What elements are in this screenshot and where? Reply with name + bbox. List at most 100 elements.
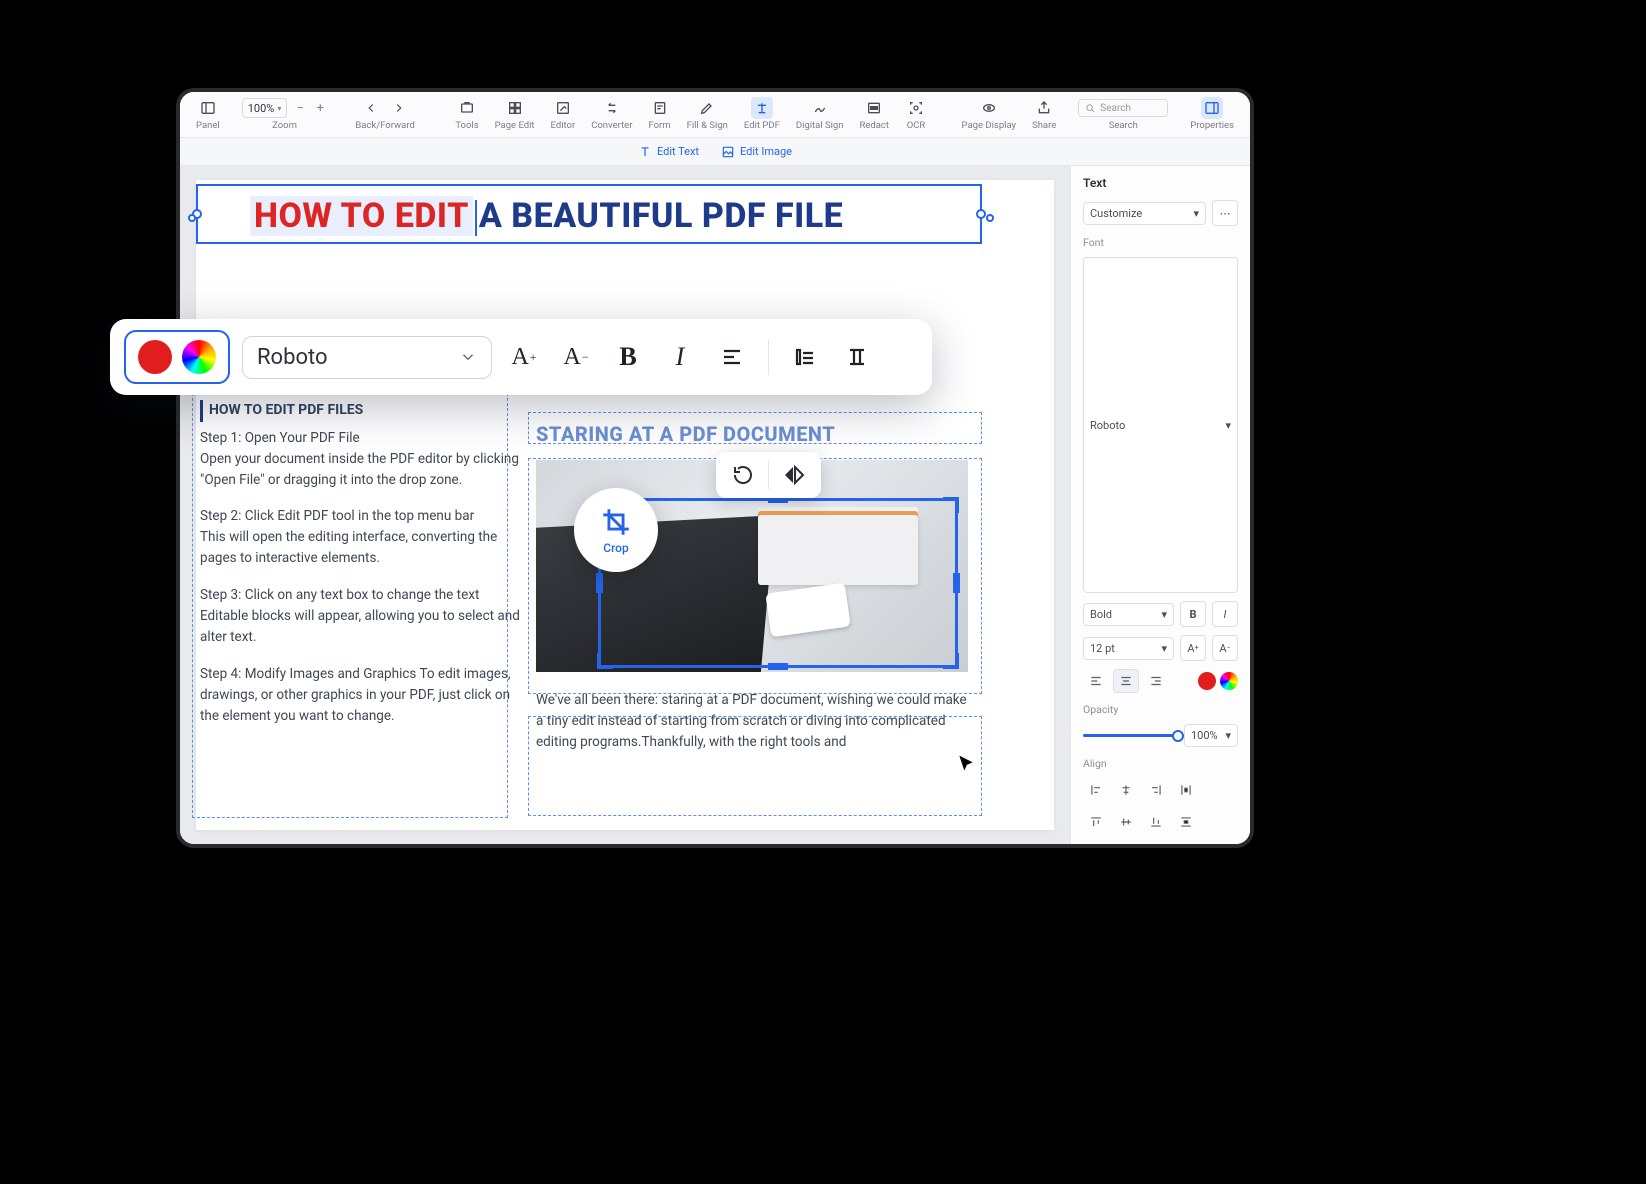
line-spacing-button[interactable]: [837, 337, 877, 377]
align-left-button[interactable]: [1083, 669, 1109, 693]
rotate-button[interactable]: [726, 458, 760, 492]
increase-font-button[interactable]: A+: [504, 337, 544, 377]
panel-label: Panel: [196, 120, 220, 131]
text-icon: [638, 145, 652, 159]
redact-group[interactable]: Redact: [852, 92, 898, 137]
crop-label: Crop: [603, 541, 628, 555]
edit-text-button[interactable]: Edit Text: [638, 145, 699, 159]
cursor-pointer-icon: [956, 754, 976, 774]
tools-group[interactable]: Tools: [447, 92, 486, 137]
step4[interactable]: Step 4: Modify Images and Graphics To ed…: [200, 664, 520, 727]
edit-image-button[interactable]: Edit Image: [721, 145, 792, 159]
tools-icon: [456, 97, 478, 119]
editor-label: Editor: [551, 120, 576, 131]
align-obj-bottom[interactable]: [1143, 810, 1169, 834]
zoom-in-button[interactable]: +: [313, 101, 327, 116]
converter-label: Converter: [591, 120, 632, 131]
share-icon: [1033, 97, 1055, 119]
font-weight-select[interactable]: Bold ▾: [1083, 603, 1174, 626]
step2[interactable]: Step 2: Click Edit PDF tool in the top m…: [200, 506, 520, 569]
step3[interactable]: Step 3: Click on any text box to change …: [200, 585, 520, 648]
fill-sign-group[interactable]: Fill & Sign: [679, 92, 736, 137]
style-more-button[interactable]: ⋯: [1212, 200, 1238, 226]
style-preset-value: Customize: [1090, 207, 1142, 220]
ocr-label: OCR: [907, 120, 926, 131]
opacity-value-select[interactable]: 100% ▾: [1184, 724, 1238, 747]
decrease-font-button[interactable]: A−: [556, 337, 596, 377]
title-selection-box[interactable]: HOW TO EDITA BEAUTIFUL PDF FILE: [196, 184, 982, 244]
zoom-out-button[interactable]: −: [293, 101, 307, 116]
align-top-button[interactable]: [785, 337, 825, 377]
font-family-value: Roboto: [1090, 419, 1125, 432]
search-icon: [1085, 103, 1096, 114]
ocr-group[interactable]: OCR: [897, 92, 935, 137]
font-size-select[interactable]: 12 pt ▾: [1083, 637, 1174, 660]
converter-group[interactable]: Converter: [583, 92, 640, 137]
text-color-swatch[interactable]: [1198, 672, 1216, 690]
title-handle-left[interactable]: [188, 214, 196, 222]
crop-tool-bubble[interactable]: Crop: [574, 488, 658, 572]
align-right-button[interactable]: [1143, 669, 1169, 693]
italic-button[interactable]: I: [660, 337, 700, 377]
font-family-dropdown[interactable]: Roboto: [242, 336, 492, 379]
decrease-font-button[interactable]: A−: [1212, 635, 1238, 661]
image-icon: [721, 145, 735, 159]
search-input[interactable]: Search: [1078, 99, 1168, 117]
document-title[interactable]: HOW TO EDITA BEAUTIFUL PDF FILE: [250, 196, 843, 236]
color-wheel-button[interactable]: [182, 340, 216, 374]
panel-group: Panel: [188, 92, 228, 137]
align-center-button[interactable]: [1113, 669, 1139, 693]
bold-button[interactable]: B: [608, 337, 648, 377]
tools-label: Tools: [455, 120, 478, 131]
distribute-h[interactable]: [1173, 778, 1199, 802]
title-handle-right[interactable]: [986, 214, 994, 222]
align-obj-hcenter[interactable]: [1113, 778, 1139, 802]
align-obj-left[interactable]: [1083, 778, 1109, 802]
edit-subtoolbar: Edit Text Edit Image: [180, 138, 1250, 166]
bold-button[interactable]: B: [1180, 601, 1206, 627]
page-display-group[interactable]: Page Display: [954, 92, 1025, 137]
left-column: HOW TO EDIT PDF FILES Step 1: Open Your …: [200, 400, 520, 743]
properties-group[interactable]: Properties: [1182, 92, 1242, 137]
align-obj-vcenter[interactable]: [1113, 810, 1139, 834]
right-paragraph[interactable]: We've all been there: staring at a PDF d…: [536, 690, 976, 753]
canvas[interactable]: HOW TO EDITA BEAUTIFUL PDF FILE HOW TO E…: [180, 166, 1070, 844]
main-area: HOW TO EDITA BEAUTIFUL PDF FILE HOW TO E…: [180, 166, 1250, 844]
page-display-icon: [978, 97, 1000, 119]
page-edit-group[interactable]: Page Edit: [487, 92, 543, 137]
font-family-select[interactable]: Roboto ▾: [1083, 257, 1238, 593]
edit-pdf-group[interactable]: Edit PDF: [736, 92, 788, 137]
increase-font-button[interactable]: A+: [1180, 635, 1206, 661]
editor-group[interactable]: Editor: [543, 92, 584, 137]
opacity-slider[interactable]: [1083, 734, 1178, 737]
zoom-group: 100% ▾ − + Zoom: [228, 92, 342, 137]
form-group[interactable]: Form: [640, 92, 678, 137]
italic-button[interactable]: I: [1212, 601, 1238, 627]
step1[interactable]: Step 1: Open Your PDF FileOpen your docu…: [200, 428, 520, 491]
flip-button[interactable]: [777, 458, 811, 492]
align-obj-right[interactable]: [1143, 778, 1169, 802]
title-part-blue: A BEAUTIFUL PDF FILE: [479, 196, 843, 236]
forward-button[interactable]: [388, 97, 410, 119]
panel-icon[interactable]: [197, 97, 219, 119]
color-picker-button[interactable]: [1220, 672, 1238, 690]
back-button[interactable]: [360, 97, 382, 119]
font-family-value: Roboto: [257, 345, 328, 370]
zoom-select[interactable]: 100% ▾: [242, 98, 288, 118]
align-obj-top[interactable]: [1083, 810, 1109, 834]
distribute-v[interactable]: [1173, 810, 1199, 834]
share-group[interactable]: Share: [1024, 92, 1064, 137]
current-color-swatch[interactable]: [138, 340, 172, 374]
opacity-label: Opacity: [1083, 703, 1238, 716]
chevron-down-icon: ▾: [277, 104, 281, 113]
zoom-label: Zoom: [272, 120, 297, 131]
search-group: Search Search: [1064, 92, 1182, 137]
style-preset-select[interactable]: Customize ▾: [1083, 202, 1206, 225]
paragraph-align-button[interactable]: [712, 337, 752, 377]
digital-sign-icon: [809, 97, 831, 119]
opacity-value: 100%: [1191, 729, 1218, 742]
right-heading[interactable]: STARING AT A PDF DOCUMENT: [536, 422, 976, 446]
digital-sign-group[interactable]: Digital Sign: [788, 92, 852, 137]
left-heading[interactable]: HOW TO EDIT PDF FILES: [200, 400, 520, 422]
page-display-label: Page Display: [962, 120, 1017, 131]
